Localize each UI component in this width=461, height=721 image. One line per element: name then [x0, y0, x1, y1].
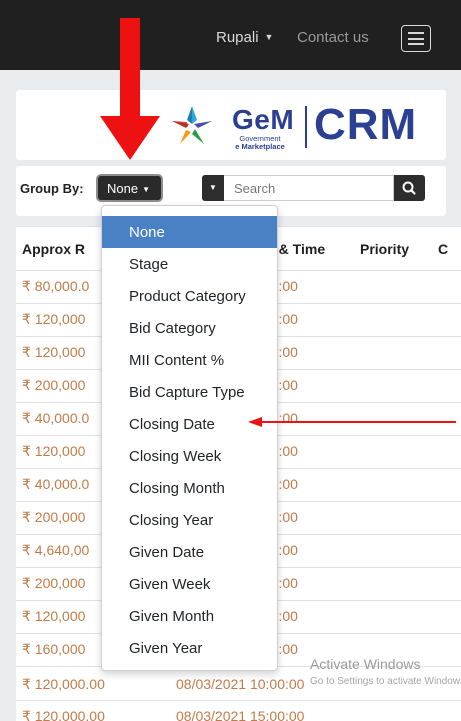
group-by-option-closing-month[interactable]: Closing Month	[102, 472, 277, 504]
amount-cell: ₹ 40,000.0	[22, 410, 90, 426]
contact-us-link[interactable]: Contact us	[297, 29, 369, 46]
amount-cell: ₹ 200,000	[22, 509, 86, 525]
activate-windows-watermark: Activate Windows	[310, 656, 421, 672]
group-by-select-inner: None ▼	[100, 178, 159, 198]
user-menu-toggle[interactable]: Rupali ▼	[216, 29, 273, 46]
caret-down-icon: ▼	[264, 32, 274, 42]
group-by-option-closing-week[interactable]: Closing Week	[102, 440, 277, 472]
amount-cell: ₹ 4,640,00	[22, 542, 90, 558]
date-time-cell: 08/03/2021 10:00:00	[176, 676, 305, 692]
group-by-select[interactable]: None ▼	[96, 174, 163, 202]
amount-cell: ₹ 80,000.0	[22, 278, 90, 294]
top-navbar: Rupali ▼ Contact us	[0, 0, 461, 70]
amount-cell: ₹ 160,000	[22, 641, 86, 657]
search-filter-dropdown-button[interactable]: ▼	[202, 175, 224, 201]
group-by-label: Group By:	[20, 181, 84, 196]
gem-star-logo-icon	[172, 106, 212, 144]
crm-logo-text: CRM	[314, 100, 418, 149]
group-by-option-closing-year[interactable]: Closing Year	[102, 504, 277, 536]
caret-down-icon: ▼	[142, 185, 150, 194]
hamburger-menu-button[interactable]	[401, 25, 431, 52]
search-button[interactable]	[394, 175, 425, 201]
menu-icon-bar	[408, 32, 424, 34]
red-pointer-arrow-annotation	[248, 417, 456, 427]
user-name: Rupali	[216, 29, 259, 46]
red-down-arrow-annotation	[100, 18, 160, 160]
group-by-option-bid-category[interactable]: Bid Category	[102, 312, 277, 344]
caret-down-icon: ▼	[209, 183, 217, 192]
amount-cell: ₹ 120,000	[22, 311, 86, 327]
group-by-option-given-week[interactable]: Given Week	[102, 568, 277, 600]
amount-cell: ₹ 120,000.00	[22, 708, 105, 721]
navbar-divider	[0, 70, 461, 78]
group-by-dropdown-menu: None Stage Product Category Bid Category…	[101, 205, 278, 671]
group-by-option-given-year[interactable]: Given Year	[102, 632, 277, 664]
amount-cell: ₹ 200,000	[22, 377, 86, 393]
group-by-option-product-category[interactable]: Product Category	[102, 280, 277, 312]
group-by-option-none[interactable]: None	[102, 216, 277, 248]
group-by-option-given-date[interactable]: Given Date	[102, 536, 277, 568]
column-header-approx-rate[interactable]: Approx R	[22, 241, 85, 257]
group-by-option-given-month[interactable]: Given Month	[102, 600, 277, 632]
amount-cell: ₹ 120,000	[22, 443, 86, 459]
row-divider	[16, 700, 461, 701]
menu-icon-bar	[408, 43, 424, 45]
gem-logo-text: GeM	[232, 104, 295, 135]
column-header-truncated[interactable]: C	[438, 241, 448, 257]
page-margin	[0, 78, 16, 721]
gem-logo-subtitle: Government e Marketplace	[231, 135, 289, 151]
amount-cell: ₹ 120,000.00	[22, 676, 105, 692]
group-by-option-mii-content[interactable]: MII Content %	[102, 344, 277, 376]
date-time-cell: 08/03/2021 15:00:00	[176, 708, 305, 721]
gem-subtitle-line2: e Marketplace	[235, 142, 285, 151]
search-icon	[402, 181, 416, 195]
group-by-option-stage[interactable]: Stage	[102, 248, 277, 280]
amount-cell: ₹ 40,000.0	[22, 476, 90, 492]
activate-windows-hint: Go to Settings to activate Windows.	[310, 676, 461, 687]
menu-icon-bar	[408, 37, 424, 40]
amount-cell: ₹ 120,000	[22, 344, 86, 360]
search-input[interactable]	[224, 175, 394, 201]
group-by-option-bid-capture-type[interactable]: Bid Capture Type	[102, 376, 277, 408]
group-by-value: None	[107, 181, 139, 196]
column-header-priority[interactable]: Priority	[360, 241, 409, 257]
logo-divider	[305, 106, 307, 148]
amount-cell: ₹ 120,000	[22, 608, 86, 624]
amount-cell: ₹ 200,000	[22, 575, 86, 591]
